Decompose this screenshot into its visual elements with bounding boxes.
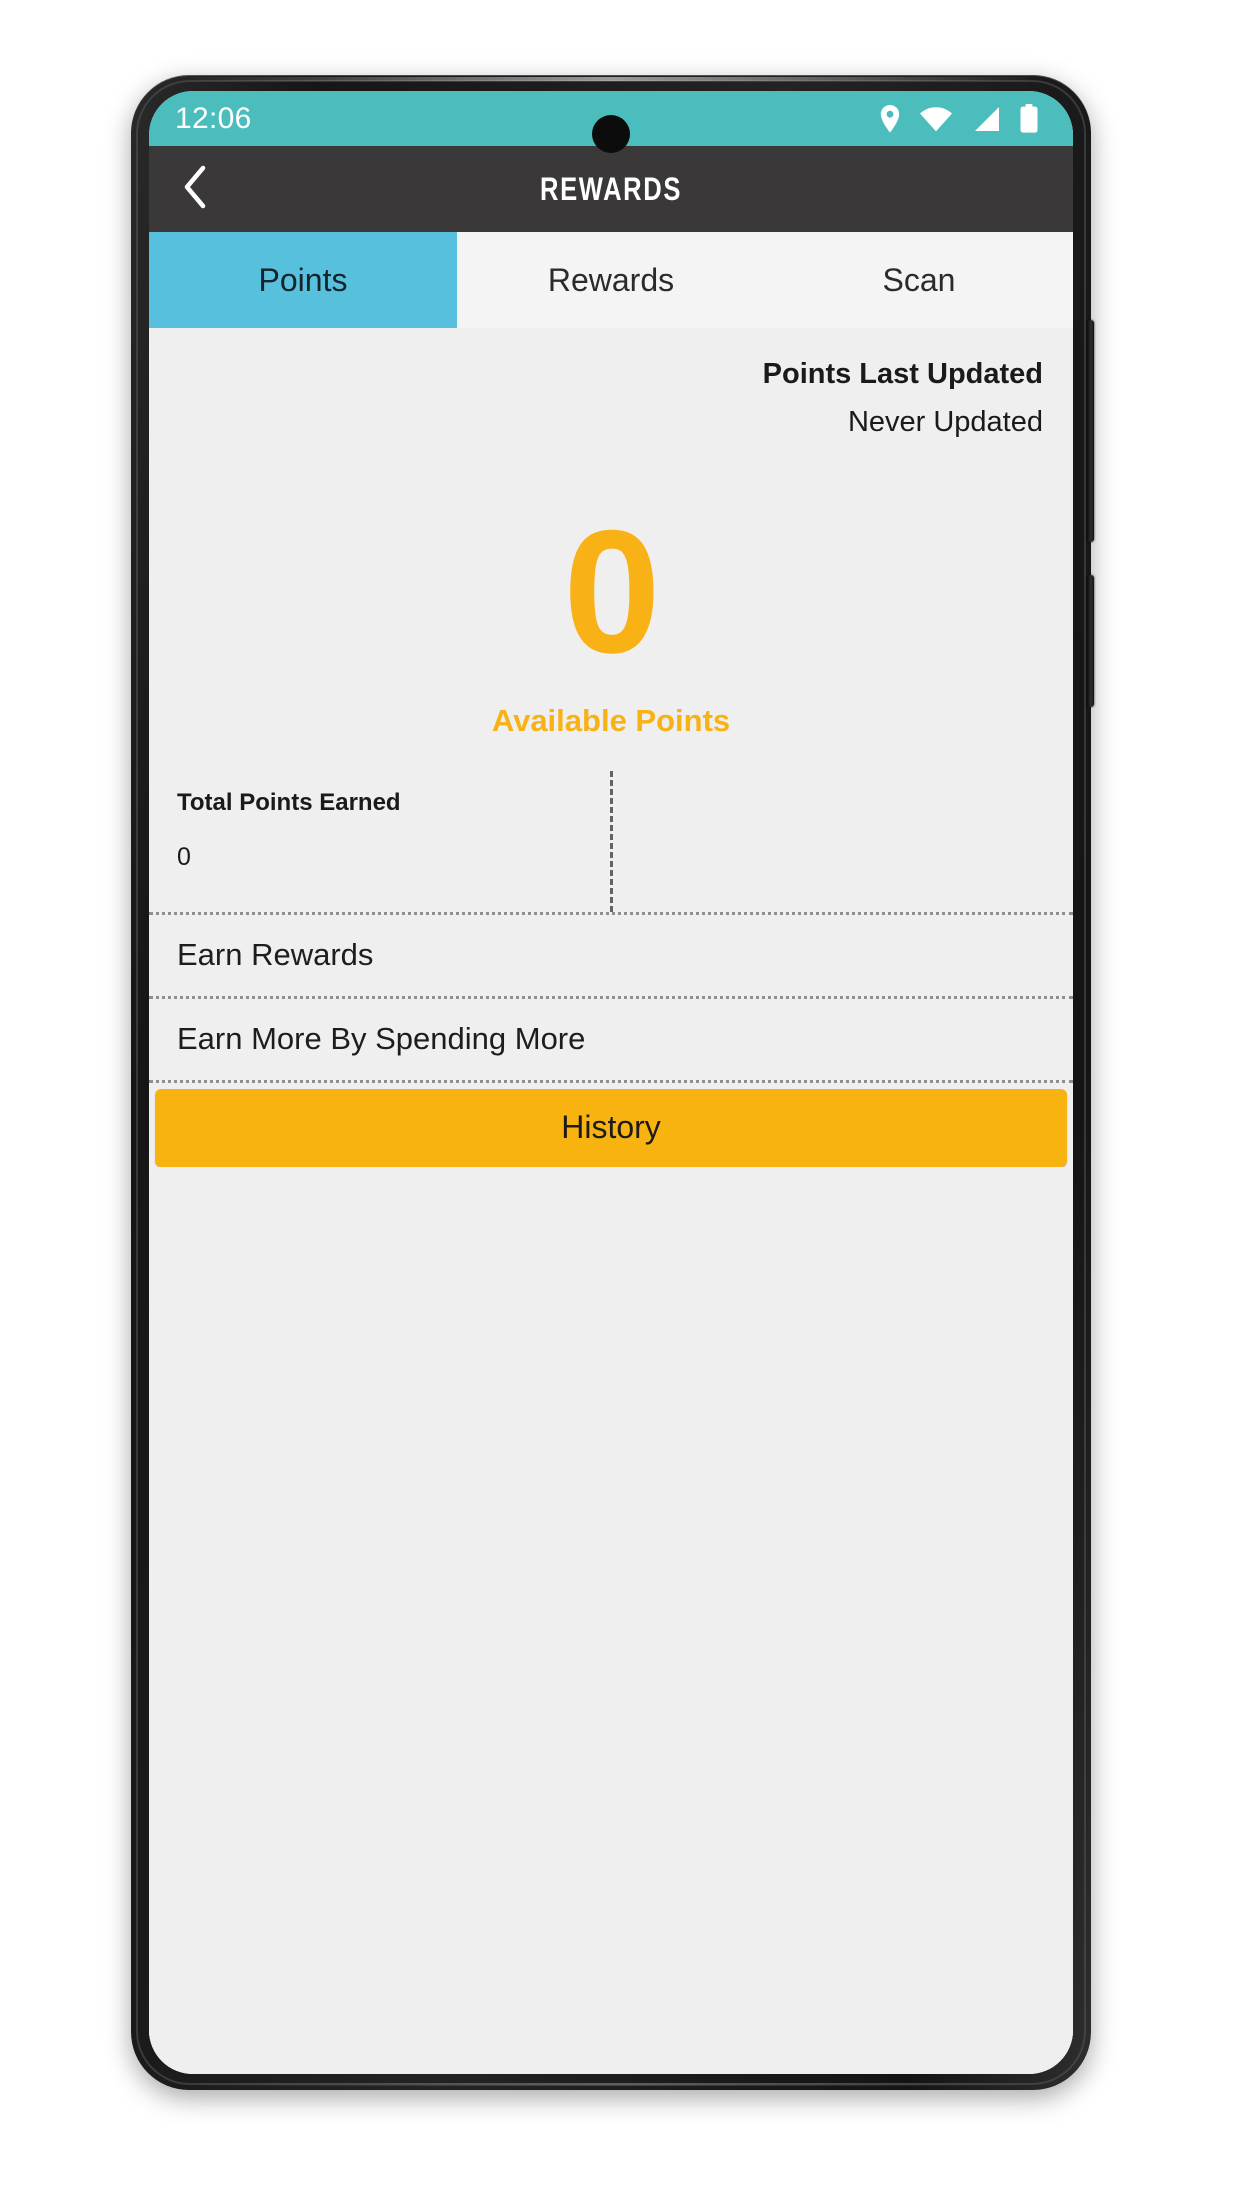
back-button[interactable] [149, 146, 241, 232]
history-button-container: History [149, 1083, 1073, 1167]
battery-icon [1019, 103, 1039, 134]
points-last-updated-label: Points Last Updated [762, 358, 1043, 390]
tab-scan[interactable]: Scan [765, 232, 1073, 328]
volume-button[interactable] [1087, 320, 1094, 542]
camera-punch-hole [592, 115, 630, 153]
available-points-hero: 0 Available Points [149, 448, 1073, 739]
phone-frame: 12:06 REWARDS Points Rewards Scan Points… [131, 75, 1094, 2090]
points-tab-content: Points Last Updated Never Updated 0 Avai… [149, 328, 1073, 2074]
location-pin-icon [879, 104, 901, 134]
status-bar-icons [879, 103, 1039, 134]
app-header: REWARDS [149, 146, 1073, 232]
tab-points[interactable]: Points [149, 232, 457, 328]
list-item-earn-rewards[interactable]: Earn Rewards [149, 915, 1073, 999]
stats-row: Total Points Earned 0 [149, 770, 1074, 915]
chassis-gloss-bottom [201, 2083, 1021, 2086]
wifi-icon [919, 106, 953, 132]
status-bar-clock: 12:06 [175, 101, 252, 135]
available-points-value: 0 [563, 494, 660, 690]
points-last-updated-block: Points Last Updated Never Updated [149, 328, 1073, 448]
power-button[interactable] [1087, 575, 1094, 707]
cellular-signal-icon [971, 106, 1001, 132]
stat-value: 0 [177, 842, 191, 871]
stat-empty-cell [613, 771, 1074, 912]
chevron-left-icon [182, 165, 208, 214]
phone-screen: 12:06 REWARDS Points Rewards Scan Points… [149, 91, 1073, 2074]
tab-rewards[interactable]: Rewards [457, 232, 765, 328]
stat-label: Total Points Earned [177, 788, 401, 816]
tab-bar: Points Rewards Scan [149, 232, 1073, 328]
stat-total-points-earned: Total Points Earned 0 [149, 770, 613, 912]
points-last-updated-value: Never Updated [847, 405, 1043, 438]
chassis-gloss-top [193, 77, 1029, 81]
status-bar: 12:06 [149, 91, 1073, 153]
history-button[interactable]: History [155, 1088, 1067, 1167]
available-points-label: Available Points [491, 702, 731, 738]
page-title: REWARDS [539, 170, 683, 207]
content-empty-area [149, 1166, 1073, 2074]
list-item-earn-more-by-spending-more[interactable]: Earn More By Spending More [149, 999, 1073, 1083]
